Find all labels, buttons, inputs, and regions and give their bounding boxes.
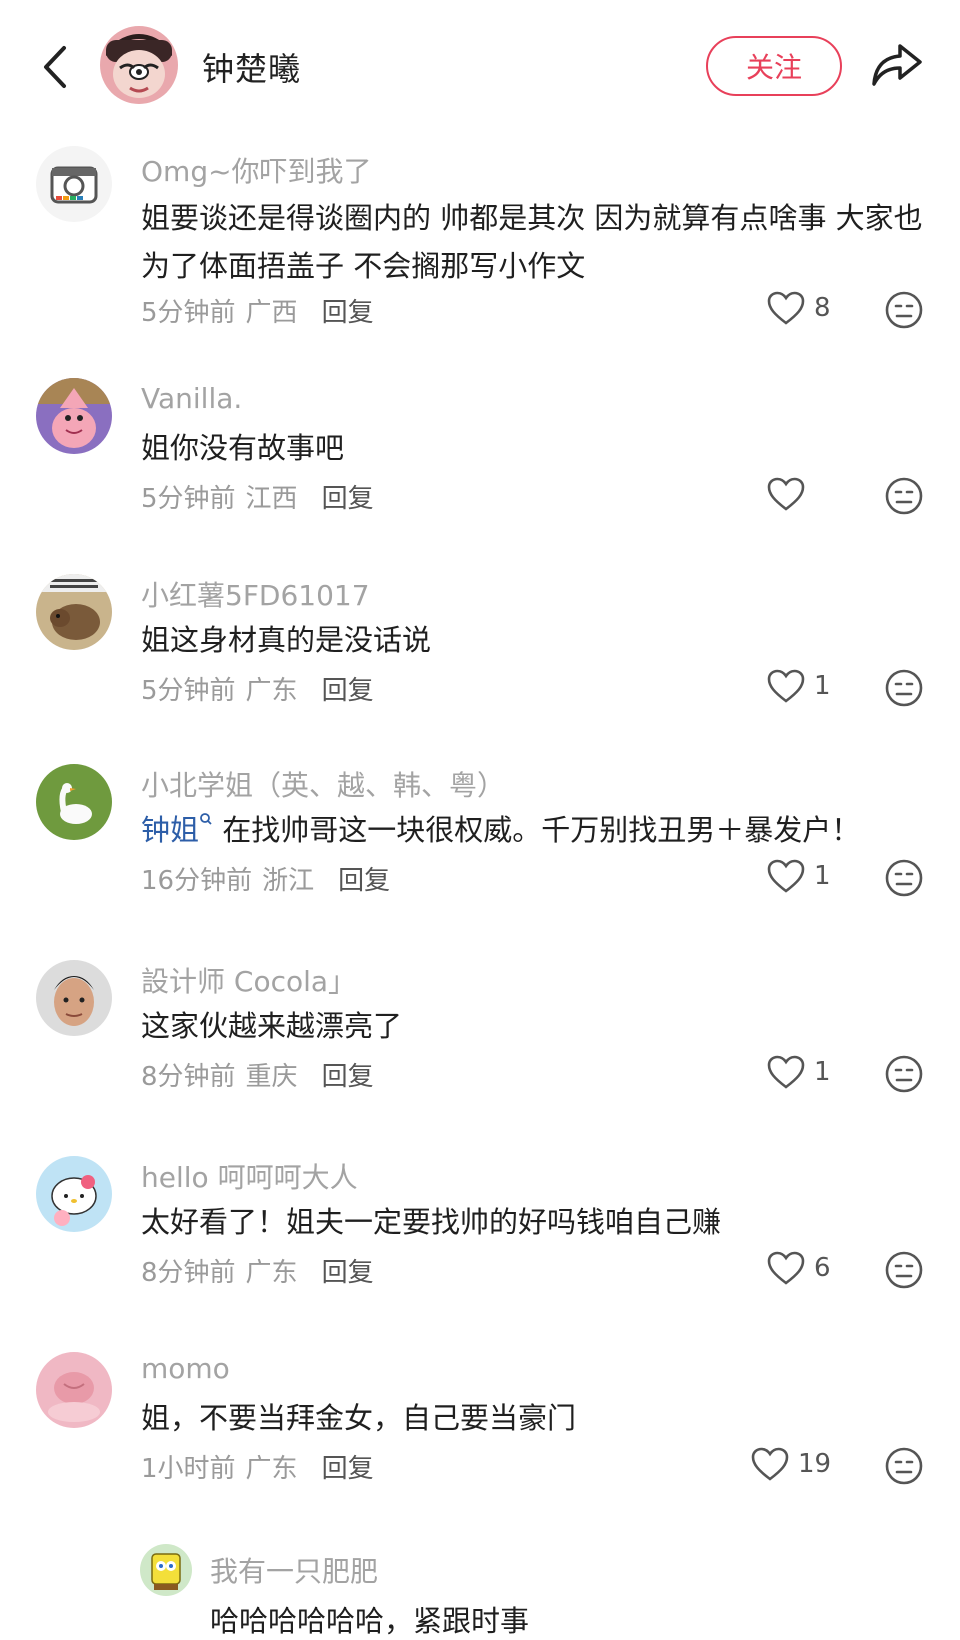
emoji-react-icon[interactable] (884, 1054, 924, 1094)
comment-region: 江西 (245, 484, 298, 514)
share-icon[interactable] (870, 40, 924, 90)
comment-meta: 1小时前 广东 回复 (141, 1448, 374, 1485)
comment-meta: 8分钟前 广东 回复 (141, 1252, 374, 1289)
comment-username[interactable]: 設计师 Cocola」 (141, 960, 356, 1000)
heart-icon (767, 669, 805, 703)
comment-region: 广东 (245, 1258, 298, 1288)
comment-meta: 5分钟前 广东 回复 (141, 670, 374, 707)
like-button[interactable]: 6 (766, 1250, 854, 1286)
like-button[interactable]: 19 (750, 1446, 838, 1482)
comment-username[interactable]: Omg~你吓到我了 (141, 150, 372, 190)
heart-icon (767, 291, 805, 325)
comment-meta: 8分钟前 重庆 回复 (141, 1056, 374, 1093)
comment-text: 姐，不要当拜金女，自己要当豪门 (141, 1401, 577, 1435)
comment-username[interactable]: 小红薯5FD61017 (141, 574, 370, 614)
emoji-react-icon[interactable] (884, 668, 924, 708)
heart-icon (767, 477, 805, 511)
like-count: 19 (798, 1449, 832, 1479)
mention-link[interactable]: 钟姐 (141, 813, 199, 847)
heart-icon (767, 859, 805, 893)
comment-text: 姐要谈还是得谈圈内的 帅都是其次 因为就算有点啥事 大家也为了体面捂盖子 不会搁… (141, 201, 923, 283)
user-avatar[interactable] (36, 378, 112, 454)
comment-region: 浙江 (262, 866, 315, 896)
like-count: 1 (814, 671, 831, 701)
user-avatar[interactable] (36, 764, 112, 840)
user-avatar[interactable] (36, 1352, 112, 1428)
search-icon (200, 813, 212, 825)
comment-text: 姐这身材真的是没话说 (141, 623, 432, 657)
user-avatar[interactable] (140, 1544, 192, 1596)
reply-button[interactable]: 回复 (322, 484, 374, 514)
author-avatar[interactable] (100, 26, 178, 104)
comment-text: 太好看了！姐夫一定要找帅的好吗钱咱自己赚 (141, 1205, 722, 1239)
reply-button[interactable]: 回复 (322, 676, 374, 706)
comment-meta: 5分钟前 广西 回复 (141, 292, 374, 329)
sub-reply-username[interactable]: 我有一只肥肥 (210, 1550, 378, 1590)
reply-button[interactable]: 回复 (338, 866, 390, 896)
emoji-react-icon[interactable] (884, 476, 924, 516)
comment-meta: 5分钟前 江西 回复 (141, 478, 374, 515)
back-arrow-icon[interactable] (36, 42, 76, 92)
comment-time: 8分钟前 (141, 1062, 236, 1092)
comment-text: 姐你没有故事吧 (141, 431, 345, 465)
emoji-react-icon[interactable] (884, 858, 924, 898)
author-name[interactable]: 钟楚曦 (202, 44, 301, 90)
like-button[interactable] (766, 476, 854, 512)
comment-username[interactable]: hello 呵呵呵大人 (141, 1156, 358, 1196)
comment-text: 钟姐 在找帅哥这一块很权威。千万别找丑男＋暴发户！ (141, 806, 931, 854)
sub-reply-text: 哈哈哈哈哈哈，紧跟时事 (210, 1604, 530, 1638)
follow-button[interactable]: 关注 (706, 36, 842, 96)
like-count: 1 (814, 861, 831, 891)
heart-icon (767, 1055, 805, 1089)
like-button[interactable]: 1 (766, 858, 854, 894)
user-avatar[interactable] (36, 1156, 112, 1232)
comment-time: 1小时前 (141, 1454, 236, 1484)
comment-text-body: 在找帅哥这一块很权威。千万别找丑男＋暴发户！ (213, 813, 861, 847)
reply-button[interactable]: 回复 (322, 1454, 374, 1484)
comment-username[interactable]: 小北学姐（英、越、韩、粤） (141, 764, 505, 804)
comment-username[interactable]: momo (141, 1352, 230, 1385)
like-button[interactable]: 1 (766, 668, 854, 704)
comment-time: 5分钟前 (141, 484, 236, 514)
comment-time: 8分钟前 (141, 1258, 236, 1288)
comment-time: 5分钟前 (141, 676, 236, 706)
emoji-react-icon[interactable] (884, 1446, 924, 1486)
emoji-react-icon[interactable] (884, 1250, 924, 1290)
user-avatar[interactable] (36, 146, 112, 222)
comment-region: 广西 (245, 298, 298, 328)
reply-button[interactable]: 回复 (322, 1062, 374, 1092)
like-count: 6 (814, 1253, 831, 1283)
reply-button[interactable]: 回复 (322, 1258, 374, 1288)
comment-username[interactable]: Vanilla. (141, 382, 242, 415)
comment-time: 5分钟前 (141, 298, 236, 328)
like-count: 8 (814, 293, 831, 323)
comment-region: 广东 (245, 1454, 298, 1484)
heart-icon (767, 1251, 805, 1285)
heart-icon (751, 1447, 789, 1481)
like-button[interactable]: 1 (766, 1054, 854, 1090)
comment-meta: 16分钟前 浙江 回复 (141, 860, 390, 897)
user-avatar[interactable] (36, 960, 112, 1036)
top-bar: 钟楚曦 关注 (0, 0, 960, 132)
comment-region: 广东 (245, 676, 298, 706)
like-count: 1 (814, 1057, 831, 1087)
emoji-react-icon[interactable] (884, 290, 924, 330)
like-button[interactable]: 8 (766, 290, 854, 326)
reply-button[interactable]: 回复 (322, 298, 374, 328)
user-avatar[interactable] (36, 574, 112, 650)
comment-text: 这家伙越来越漂亮了 (141, 1009, 403, 1043)
comment-time: 16分钟前 (141, 866, 253, 896)
comment-region: 重庆 (245, 1062, 298, 1092)
